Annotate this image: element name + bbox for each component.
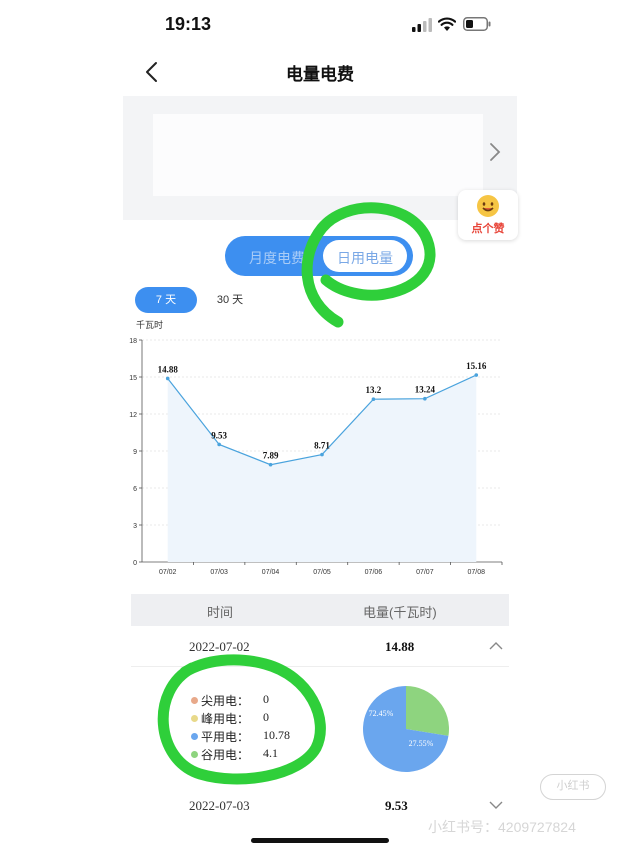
x-tick-label: 07/08 <box>468 569 486 576</box>
data-label: 15.16 <box>466 361 487 371</box>
pie-slice <box>406 686 449 736</box>
status-time: 19:13 <box>165 14 212 34</box>
x-tick-label: 07/03 <box>210 569 228 576</box>
like-badge[interactable]: 点个赞 <box>458 190 518 240</box>
mode-toggle: 月度电费 日用电量 <box>225 236 413 276</box>
data-label: 13.2 <box>366 385 382 395</box>
x-tick-label: 07/05 <box>313 569 331 576</box>
usage-pie-chart: 27.55% 72.45% <box>363 686 449 772</box>
y-tick-label: 9 <box>133 449 137 456</box>
y-tick-label: 18 <box>129 338 137 345</box>
legend-label: 谷用电： <box>201 748 250 762</box>
watermark-logo: 小红书 <box>540 774 606 800</box>
tab-7-days[interactable]: 7 天 <box>135 287 197 313</box>
toggle-daily-usage[interactable]: 日用电量 <box>323 240 407 272</box>
chevron-down-icon[interactable] <box>489 800 503 810</box>
pie-slice-label: 72.45% <box>369 709 394 718</box>
legend-dot <box>191 697 198 704</box>
legend-value: 0 <box>263 710 269 724</box>
chevron-right-icon[interactable] <box>487 140 503 164</box>
x-tick-label: 07/06 <box>365 569 383 576</box>
toggle-daily-usage-label: 日用电量 <box>337 250 393 266</box>
row-detail: 尖用电： 0 峰用电： 0 平用电： 10.78 谷用电： 4.1 27.55%… <box>131 672 509 784</box>
data-label: 7.89 <box>263 451 279 461</box>
account-info-area <box>153 114 483 196</box>
row-usage-value: 9.53 <box>385 798 408 813</box>
row-date: 2022-07-03 <box>189 798 250 813</box>
toggle-monthly-bill[interactable]: 月度电费 <box>249 248 305 268</box>
y-tick-label: 12 <box>129 412 137 419</box>
data-label: 13.24 <box>415 385 436 395</box>
x-tick-label: 07/07 <box>416 569 434 576</box>
data-point <box>320 452 324 457</box>
wifi-icon <box>438 17 456 31</box>
chevron-up-icon[interactable] <box>489 641 503 651</box>
pie-slice-label: 27.55% <box>409 739 434 748</box>
legend-label: 平用电： <box>201 730 250 744</box>
data-point <box>165 376 170 381</box>
data-point <box>217 442 221 447</box>
y-tick-label: 6 <box>133 486 137 493</box>
daily-usage-chart: 千瓦时 0 3 6 9 12 15 18 07/02 07/03 07/04 07/05 07/06 07… <box>129 319 503 576</box>
legend-value: 0 <box>263 692 269 706</box>
x-tick-label: 07/02 <box>159 569 177 576</box>
watermark-text: 小红书号：4209727824 <box>428 819 576 835</box>
data-point <box>371 397 376 401</box>
cellular-signal-icon <box>412 18 432 32</box>
legend-value: 4.1 <box>263 746 278 760</box>
y-tick-label: 0 <box>133 560 137 567</box>
data-label: 14.88 <box>158 364 179 374</box>
y-axis-unit-label: 千瓦时 <box>136 319 163 331</box>
data-point <box>474 373 479 377</box>
series-area <box>167 375 477 562</box>
battery-icon <box>463 17 491 31</box>
status-bar: 19:13 <box>0 0 640 50</box>
y-tick-label: 15 <box>129 375 137 382</box>
row-usage-value: 14.88 <box>385 639 415 654</box>
legend-label: 尖用电： <box>201 694 250 708</box>
home-indicator <box>251 838 389 843</box>
column-header-time: 时间 <box>207 605 234 620</box>
legend-label: 峰用电： <box>201 712 250 726</box>
data-point <box>268 462 273 467</box>
like-badge-label: 点个赞 <box>471 223 505 235</box>
row-divider <box>131 666 509 667</box>
smile-face-icon <box>477 195 499 217</box>
y-tick-label: 3 <box>133 523 137 530</box>
legend-dot <box>191 715 198 722</box>
legend-dot <box>191 733 198 740</box>
nav-bar: 电量电费 <box>0 50 640 94</box>
table-row[interactable]: 2022-07-02 14.88 <box>131 627 509 667</box>
legend-value: 10.78 <box>263 728 290 742</box>
table-header: 时间 电量(千瓦时) <box>131 594 509 626</box>
data-label: 9.53 <box>211 430 227 440</box>
tab-30-days[interactable]: 30 天 <box>205 287 255 313</box>
column-header-usage: 电量(千瓦时) <box>363 605 437 620</box>
x-tick-label: 07/04 <box>262 569 280 576</box>
row-date: 2022-07-02 <box>189 639 250 654</box>
data-point <box>423 396 427 401</box>
page-title: 电量电费 <box>286 65 354 84</box>
legend-dot <box>191 751 198 758</box>
data-label: 8.71 <box>314 441 330 451</box>
